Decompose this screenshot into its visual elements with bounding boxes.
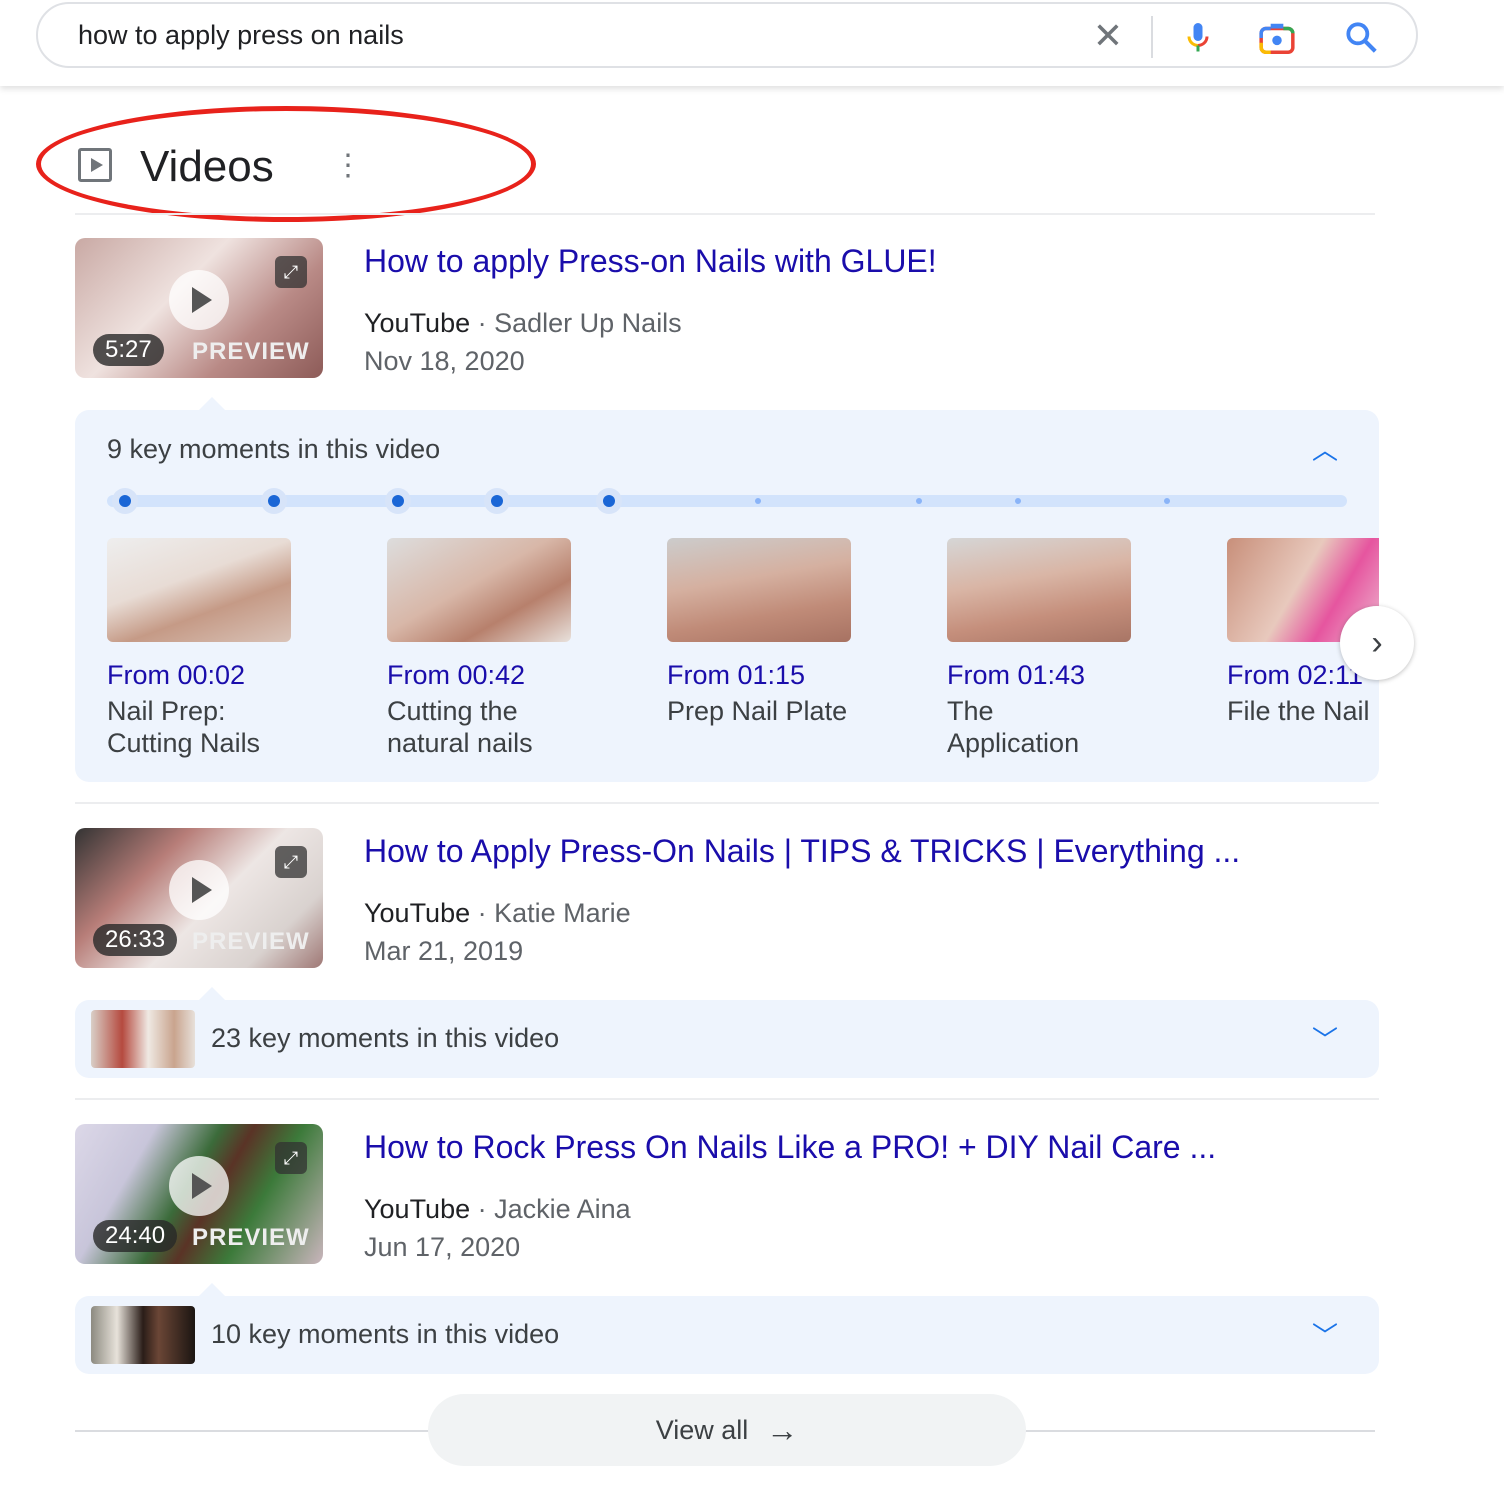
video-icon bbox=[78, 148, 112, 182]
key-moments-timeline[interactable] bbox=[107, 495, 1347, 507]
divider bbox=[75, 213, 1375, 215]
video-title-link[interactable]: How to Apply Press-On Nails | TIPS & TRI… bbox=[364, 833, 1240, 870]
close-icon[interactable]: ✕ bbox=[1088, 15, 1128, 56]
moment-desc: File the Nail bbox=[1227, 696, 1370, 726]
video-thumbnail[interactable]: ⤢ 24:40 PREVIEW bbox=[75, 1124, 323, 1264]
moment-desc: Nail Prep: Cutting Nails bbox=[107, 696, 261, 758]
video-date: Nov 18, 2020 bbox=[364, 346, 525, 376]
channel-name: Jackie Aina bbox=[494, 1194, 631, 1224]
chevron-down-icon[interactable]: ﹀ bbox=[1312, 1020, 1338, 1057]
play-icon[interactable] bbox=[169, 270, 229, 330]
expand-icon[interactable]: ⤢ bbox=[275, 256, 307, 288]
source-name: YouTube bbox=[364, 1194, 471, 1224]
divider bbox=[1151, 16, 1153, 58]
expand-icon[interactable]: ⤢ bbox=[275, 846, 307, 878]
more-vert-icon[interactable]: ⋮ bbox=[333, 146, 363, 186]
search-input[interactable]: how to apply press on nails bbox=[78, 20, 404, 51]
timeline-marker[interactable] bbox=[1164, 498, 1170, 504]
preview-label: PREVIEW bbox=[192, 338, 310, 365]
camera-icon[interactable] bbox=[1258, 20, 1296, 56]
video-date: Jun 17, 2020 bbox=[364, 1232, 521, 1262]
video-thumbnail[interactable]: ⤢ 26:33 PREVIEW bbox=[75, 828, 323, 968]
chevron-up-icon[interactable]: ︿ bbox=[1312, 430, 1338, 467]
moment-desc: The Application bbox=[947, 696, 1080, 758]
video-source: YouTube · Jackie Aina bbox=[364, 1194, 631, 1224]
divider bbox=[75, 1098, 1379, 1100]
duration-badge: 5:27 bbox=[93, 334, 164, 366]
key-moment-card[interactable]: From 01:43 The Application bbox=[947, 538, 1131, 759]
moment-time[interactable]: From 00:02 bbox=[107, 660, 291, 691]
timeline-marker[interactable] bbox=[119, 495, 131, 507]
key-moment-card[interactable]: From 01:15 Prep Nail Plate bbox=[667, 538, 851, 727]
channel-name: Sadler Up Nails bbox=[494, 308, 682, 338]
search-icon[interactable] bbox=[1342, 18, 1380, 56]
moment-thumbnail[interactable] bbox=[667, 538, 851, 642]
panel-pointer bbox=[198, 1283, 226, 1297]
video-source: YouTube · Sadler Up Nails bbox=[364, 308, 682, 338]
key-moments-thumbnail bbox=[91, 1010, 195, 1068]
search-box[interactable]: how to apply press on nails ✕ bbox=[36, 2, 1418, 68]
key-moments-panel[interactable]: 10 key moments in this video ﹀ bbox=[75, 1296, 1379, 1374]
arrow-right-icon: → bbox=[766, 1411, 799, 1448]
play-icon[interactable] bbox=[169, 860, 229, 920]
moment-thumbnail[interactable] bbox=[387, 538, 571, 642]
view-all-button[interactable]: View all → bbox=[428, 1394, 1026, 1466]
channel-name: Katie Marie bbox=[494, 898, 631, 928]
key-moments-panel[interactable]: 23 key moments in this video ﹀ bbox=[75, 1000, 1379, 1078]
duration-badge: 24:40 bbox=[93, 1220, 178, 1252]
panel-pointer bbox=[198, 987, 226, 1001]
chevron-down-icon[interactable]: ﹀ bbox=[1312, 1316, 1338, 1353]
timeline-marker[interactable] bbox=[755, 498, 761, 504]
key-moments-label[interactable]: 9 key moments in this video bbox=[107, 434, 440, 465]
view-all-label: View all bbox=[655, 1414, 749, 1445]
timeline-marker[interactable] bbox=[491, 495, 503, 507]
preview-label: PREVIEW bbox=[192, 928, 310, 955]
moment-time[interactable]: From 01:43 bbox=[947, 660, 1131, 691]
preview-label: PREVIEW bbox=[192, 1224, 310, 1251]
moment-time[interactable]: From 00:42 bbox=[387, 660, 571, 691]
chevron-right-icon[interactable]: › bbox=[1340, 606, 1414, 680]
video-thumbnail[interactable]: ⤢ 5:27 PREVIEW bbox=[75, 238, 323, 378]
key-moments-thumbnail bbox=[91, 1306, 195, 1364]
divider bbox=[75, 802, 1379, 804]
moment-desc: Prep Nail Plate bbox=[667, 696, 848, 726]
video-date: Mar 21, 2019 bbox=[364, 936, 524, 966]
key-moment-card[interactable]: From 00:02 Nail Prep: Cutting Nails bbox=[107, 538, 291, 759]
moment-time[interactable]: From 01:15 bbox=[667, 660, 851, 691]
video-source: YouTube · Katie Marie bbox=[364, 898, 631, 928]
key-moments-label[interactable]: 23 key moments in this video bbox=[211, 1023, 559, 1054]
timeline-marker[interactable] bbox=[1015, 498, 1021, 504]
key-moments-label[interactable]: 10 key moments in this video bbox=[211, 1319, 559, 1350]
moment-desc: Cutting the natural nails bbox=[387, 696, 533, 758]
timeline-marker[interactable] bbox=[916, 498, 922, 504]
play-icon[interactable] bbox=[169, 1156, 229, 1216]
timeline-marker[interactable] bbox=[392, 495, 404, 507]
duration-badge: 26:33 bbox=[93, 924, 178, 956]
moment-thumbnail[interactable] bbox=[107, 538, 291, 642]
expand-icon[interactable]: ⤢ bbox=[275, 1142, 307, 1174]
moment-thumbnail[interactable] bbox=[947, 538, 1131, 642]
video-title-link[interactable]: How to apply Press-on Nails with GLUE! bbox=[364, 243, 937, 280]
key-moment-card[interactable]: From 00:42 Cutting the natural nails bbox=[387, 538, 571, 759]
video-title-link[interactable]: How to Rock Press On Nails Like a PRO! +… bbox=[364, 1129, 1216, 1166]
mic-icon[interactable] bbox=[1180, 20, 1216, 56]
timeline-marker[interactable] bbox=[268, 495, 280, 507]
source-name: YouTube bbox=[364, 898, 471, 928]
timeline-marker[interactable] bbox=[603, 495, 615, 507]
section-title: Videos bbox=[140, 142, 274, 191]
source-name: YouTube bbox=[364, 308, 471, 338]
panel-pointer bbox=[198, 397, 226, 411]
